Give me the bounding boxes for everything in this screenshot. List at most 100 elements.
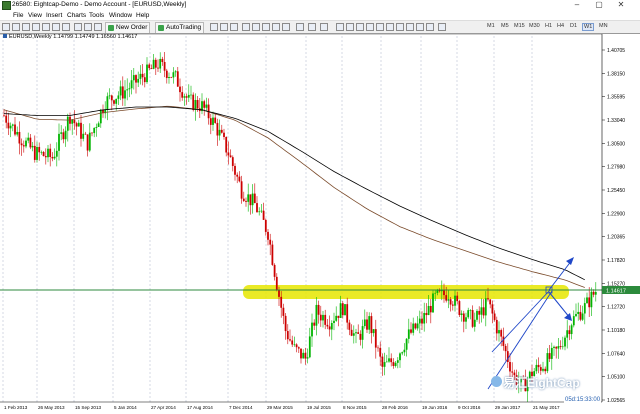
candle-body xyxy=(297,347,300,349)
candle-body xyxy=(539,367,542,371)
price-tick-label: 1.30500 xyxy=(607,141,625,147)
candle-body xyxy=(38,146,41,153)
candle-body xyxy=(381,356,384,367)
candle-body xyxy=(577,311,580,315)
candle-body xyxy=(227,152,230,156)
candle-body xyxy=(282,307,285,316)
candle-body xyxy=(44,156,47,158)
candle-body xyxy=(348,322,351,330)
candle-body xyxy=(379,347,382,357)
price-tick-label: 1.38150 xyxy=(607,71,625,77)
candle-body xyxy=(33,145,36,160)
time-tick-label: 9 Oct 2016 xyxy=(458,405,481,410)
time-tick-label: 26 May 2013 xyxy=(38,405,65,410)
candle-body xyxy=(341,303,344,316)
chart-grid xyxy=(2,36,533,402)
candle-body xyxy=(478,310,481,315)
candle-body xyxy=(242,198,245,201)
candle-body xyxy=(139,73,142,79)
candle-body xyxy=(146,64,148,83)
candle-body xyxy=(194,100,197,110)
candle-body xyxy=(335,315,338,321)
candle-body xyxy=(509,361,511,372)
candle-body xyxy=(493,313,496,320)
candle-body xyxy=(117,95,120,99)
candle-body xyxy=(361,326,364,340)
candle-body xyxy=(71,119,74,124)
candle-body xyxy=(77,122,80,127)
candle-body xyxy=(407,329,410,339)
price-tick-label: 1.33040 xyxy=(607,118,625,124)
candle-body xyxy=(264,219,267,232)
candle-body xyxy=(97,123,100,128)
candle-body xyxy=(80,122,82,139)
candle-body xyxy=(553,346,555,348)
moving-average-brown xyxy=(3,105,585,288)
candle-body xyxy=(27,137,30,141)
candle-body xyxy=(308,336,311,358)
candle-body xyxy=(390,358,393,363)
price-tick-label: 1.07640 xyxy=(607,351,625,357)
candle-body xyxy=(328,326,331,330)
candle-body xyxy=(47,148,49,158)
candle-body xyxy=(427,305,430,316)
candle-body xyxy=(372,329,375,334)
candle-body xyxy=(251,193,254,206)
candle-body xyxy=(469,310,472,311)
price-tick-label: 1.25450 xyxy=(607,188,625,194)
candle-body xyxy=(346,304,349,323)
candle-body xyxy=(429,305,432,313)
candle-body xyxy=(333,320,335,324)
candle-body xyxy=(550,347,553,359)
candle-body xyxy=(355,332,357,334)
candle-body xyxy=(95,127,98,128)
candle-body xyxy=(352,333,355,336)
arrow-down-head xyxy=(564,313,572,321)
candle-body xyxy=(302,352,305,359)
candle-body xyxy=(289,339,291,341)
candle-body xyxy=(82,133,85,139)
candle-body xyxy=(575,314,577,317)
candle-body xyxy=(383,362,386,367)
candle-body xyxy=(480,307,483,315)
candle-body xyxy=(592,291,595,295)
time-tick-label: 27 Apr 2014 xyxy=(151,405,176,410)
candle-body xyxy=(559,346,562,347)
candle-body xyxy=(53,156,56,159)
chart-symbol-icon xyxy=(3,34,7,38)
candle-body xyxy=(350,329,353,336)
candle-body xyxy=(476,310,478,320)
candle-body xyxy=(137,78,140,83)
candle-body xyxy=(148,64,151,69)
watermark: 易汇EightCap xyxy=(503,376,580,390)
candle-body xyxy=(110,95,113,101)
candle-body xyxy=(154,59,157,68)
candle-body xyxy=(278,290,280,297)
candle-body xyxy=(304,352,307,359)
chart-symbol-label: EURUSD,Weekly 1.14799 1.14749 1.16560 1.… xyxy=(3,34,137,40)
candle-body xyxy=(313,322,316,326)
price-tick-label: 1.12720 xyxy=(607,305,625,311)
price-tick-label: 1.35595 xyxy=(607,95,625,101)
chart-symbol-text: EURUSD,Weekly 1.14799 1.14749 1.16560 1.… xyxy=(9,34,138,40)
candle-body xyxy=(55,150,58,157)
candles xyxy=(3,51,597,402)
candle-body xyxy=(564,337,566,347)
candle-body xyxy=(187,94,190,98)
candle-body xyxy=(454,295,456,306)
candle-body xyxy=(128,88,131,90)
candle-body xyxy=(511,371,514,373)
candle-body xyxy=(423,312,426,324)
candle-body xyxy=(557,346,560,349)
price-chart[interactable]: 1.40705 1.38150 1.35595 1.33040 1.30500 1.279… xyxy=(0,0,640,413)
candle-body xyxy=(401,352,404,354)
candle-body xyxy=(66,116,69,131)
candle-body xyxy=(368,316,371,330)
candle-body xyxy=(3,115,5,117)
candle-body xyxy=(586,297,588,304)
candle-body xyxy=(489,299,492,305)
candle-body xyxy=(14,124,16,135)
candle-body xyxy=(205,104,208,108)
candle-body xyxy=(504,345,507,352)
candle-body xyxy=(249,194,252,206)
